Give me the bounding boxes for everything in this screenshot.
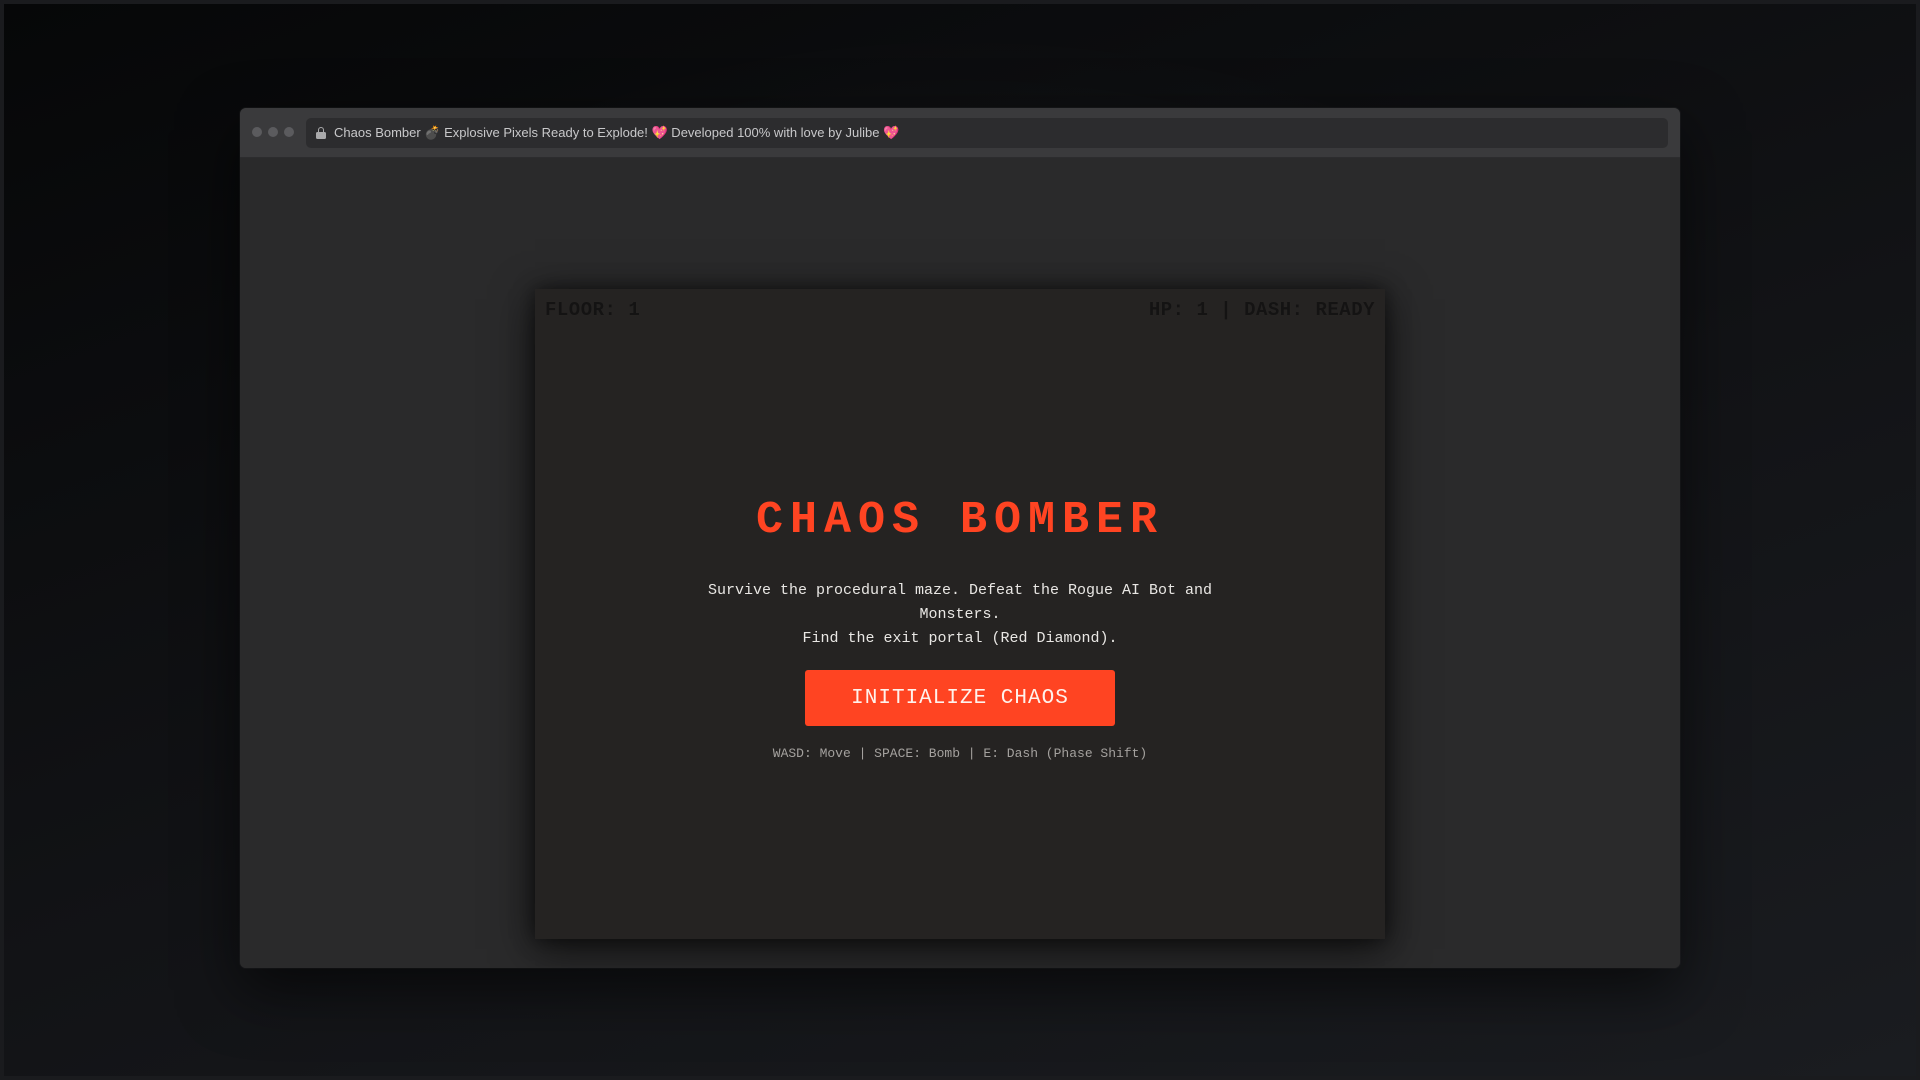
initialize-chaos-button[interactable]: INITIALIZE CHAOS	[805, 670, 1115, 726]
description-line: Survive the procedural maze. Defeat the …	[707, 582, 1213, 599]
page-viewport: FLOOR: 1 HP: 1 | DASH: READY CHAOS BOMBE…	[240, 158, 1680, 968]
maximize-window-button[interactable]	[284, 127, 294, 137]
game-description: Survive the procedural maze. Defeat the …	[535, 579, 1385, 651]
start-screen: CHAOS BOMBER Survive the procedural maze…	[535, 289, 1385, 939]
browser-title-bar: Chaos Bomber 💣 Explosive Pixels Ready to…	[240, 108, 1680, 158]
minimize-window-button[interactable]	[268, 127, 278, 137]
description-line: Monsters.	[919, 606, 1001, 623]
controls-hint: WASD: Move | SPACE: Bomb | E: Dash (Phas…	[772, 746, 1148, 761]
page-title: Chaos Bomber 💣 Explosive Pixels Ready to…	[334, 125, 900, 140]
description-line: Find the exit portal (Red Diamond).	[802, 630, 1118, 647]
browser-window: Chaos Bomber 💣 Explosive Pixels Ready to…	[240, 108, 1680, 968]
game-title: CHAOS BOMBER	[755, 495, 1165, 546]
lock-icon	[316, 127, 326, 139]
address-bar[interactable]: Chaos Bomber 💣 Explosive Pixels Ready to…	[306, 118, 1668, 148]
window-controls	[252, 127, 294, 137]
close-window-button[interactable]	[252, 127, 262, 137]
game-canvas[interactable]: FLOOR: 1 HP: 1 | DASH: READY CHAOS BOMBE…	[535, 289, 1385, 939]
